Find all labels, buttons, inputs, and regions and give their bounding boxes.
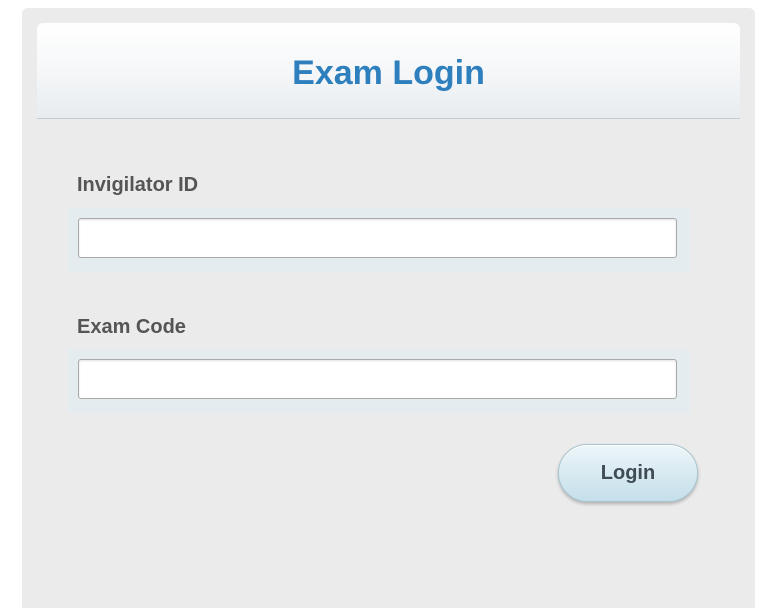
exam-code-field-wrapper (68, 349, 690, 413)
invigilator-id-label: Invigilator ID (77, 174, 199, 196)
page-title: Exam Login (292, 54, 485, 92)
invigilator-id-field-wrapper (68, 208, 690, 272)
login-panel: Exam Login Invigilator ID Exam Code Logi… (37, 23, 740, 583)
invigilator-id-input[interactable] (78, 218, 677, 258)
login-button[interactable]: Login (558, 444, 698, 502)
exam-code-input[interactable] (78, 359, 677, 399)
panel-header: Exam Login (37, 23, 740, 119)
login-container: Exam Login Invigilator ID Exam Code Logi… (22, 8, 755, 608)
exam-code-label: Exam Code (77, 316, 186, 338)
